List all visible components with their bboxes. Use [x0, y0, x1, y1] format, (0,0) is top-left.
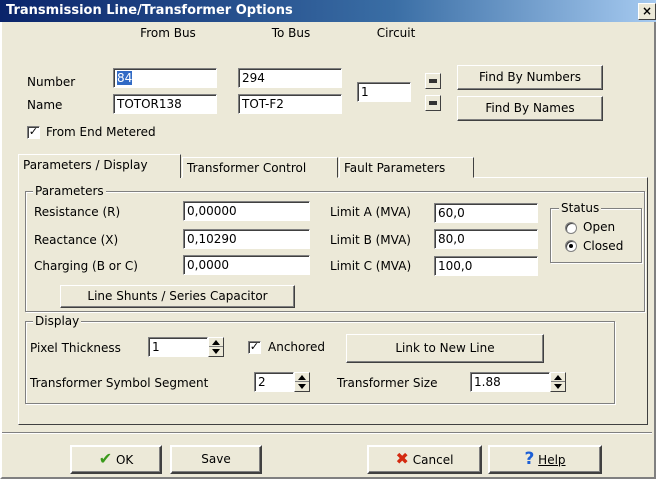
find-prev-button[interactable] — [425, 95, 441, 111]
symbol-segment-spinner[interactable] — [294, 372, 310, 392]
transformer-symbol-segment-label: Transformer Symbol Segment — [30, 376, 209, 390]
from-bus-label: From Bus — [140, 26, 196, 40]
from-bus-name-input[interactable]: TOTOR138 — [113, 94, 217, 114]
status-group-title: Status — [559, 201, 602, 215]
display-group-title: Display — [33, 314, 82, 328]
pixel-thickness-spinner[interactable] — [208, 337, 224, 357]
help-label: Help — [538, 453, 566, 467]
limit-b-label: Limit B (MVA) — [330, 233, 411, 247]
spin-down-icon — [212, 349, 220, 354]
find-next-button[interactable] — [425, 73, 441, 89]
cancel-label: Cancel — [412, 453, 454, 467]
limit-c-input[interactable]: 100,0 — [434, 256, 538, 276]
to-bus-label: To Bus — [271, 26, 311, 40]
ok-button[interactable]: ✔ OK — [70, 445, 162, 474]
window-title: Transmission Line/Transformer Options — [6, 3, 293, 18]
footer-divider — [2, 432, 652, 434]
cancel-button[interactable]: ✖ Cancel — [367, 445, 482, 474]
status-open-radio[interactable] — [565, 222, 577, 234]
link-to-new-line-button[interactable]: Link to New Line — [346, 334, 544, 363]
from-end-metered-checkbox[interactable]: ✓ — [27, 126, 40, 139]
cancel-x-icon: ✖ — [395, 449, 409, 468]
resistance-label: Resistance (R) — [34, 205, 121, 219]
from-bus-number-value: 84 — [117, 71, 133, 85]
limit-a-label: Limit A (MVA) — [330, 205, 411, 219]
limit-b-input[interactable]: 80,0 — [434, 229, 538, 249]
symbol-segment-input[interactable]: 2 — [254, 372, 294, 392]
arrow-down-icon — [429, 101, 437, 105]
tab-parameters-display[interactable]: Parameters / Display — [18, 154, 181, 178]
title-bar: Transmission Line/Transformer Options × — [0, 0, 656, 22]
name-label: Name — [27, 98, 63, 112]
tab-fault-parameters[interactable]: Fault Parameters — [339, 157, 474, 178]
spin-up-icon — [554, 375, 562, 380]
find-by-numbers-button[interactable]: Find By Numbers — [457, 65, 603, 90]
charging-label: Charging (B or C) — [34, 259, 138, 273]
status-group — [550, 208, 642, 263]
spin-up-icon — [298, 375, 306, 380]
tab-transformer-control[interactable]: Transformer Control — [182, 157, 338, 178]
to-bus-name-input[interactable]: TOT-F2 — [238, 94, 342, 114]
line-shunts-button[interactable]: Line Shunts / Series Capacitor — [60, 285, 295, 308]
limit-a-input[interactable]: 60,0 — [434, 203, 538, 223]
save-button[interactable]: Save — [170, 445, 262, 474]
circuit-input[interactable]: 1 — [357, 82, 411, 102]
help-question-icon: ? — [524, 449, 535, 469]
checkmark-icon: ✔ — [98, 449, 113, 468]
reactance-input[interactable]: 0,10290 — [183, 229, 310, 249]
pixel-thickness-label: Pixel Thickness — [30, 341, 121, 355]
reactance-label: Reactance (X) — [34, 233, 119, 247]
charging-input[interactable]: 0,0000 — [183, 255, 310, 275]
resistance-input[interactable]: 0,00000 — [183, 201, 310, 221]
circuit-label: Circuit — [376, 26, 416, 40]
spin-down-icon — [298, 384, 306, 389]
help-button[interactable]: ? Help — [488, 445, 602, 474]
ok-label: OK — [115, 453, 134, 467]
transformer-size-spinner[interactable] — [550, 372, 566, 392]
anchored-label: Anchored — [268, 340, 326, 354]
to-bus-number-input[interactable]: 294 — [238, 68, 342, 88]
transformer-size-label: Transformer Size — [337, 376, 438, 390]
pixel-thickness-input[interactable]: 1 — [148, 337, 208, 357]
limit-c-label: Limit C (MVA) — [330, 259, 412, 273]
status-open-label: Open — [583, 220, 616, 234]
status-closed-radio[interactable] — [565, 240, 577, 252]
from-bus-number-input[interactable]: 84 — [113, 68, 217, 88]
from-end-metered-label: From End Metered — [46, 125, 156, 139]
parameters-group-title: Parameters — [33, 184, 106, 198]
find-by-names-button[interactable]: Find By Names — [457, 96, 603, 121]
anchored-checkbox[interactable]: ✓ — [248, 341, 261, 354]
transformer-size-input[interactable]: 1.88 — [470, 372, 550, 392]
spin-down-icon — [554, 384, 562, 389]
arrow-up-icon — [429, 79, 437, 83]
spin-up-icon — [212, 340, 220, 345]
close-button[interactable]: × — [638, 3, 656, 20]
number-label: Number — [27, 75, 76, 89]
status-closed-label: Closed — [583, 239, 624, 253]
